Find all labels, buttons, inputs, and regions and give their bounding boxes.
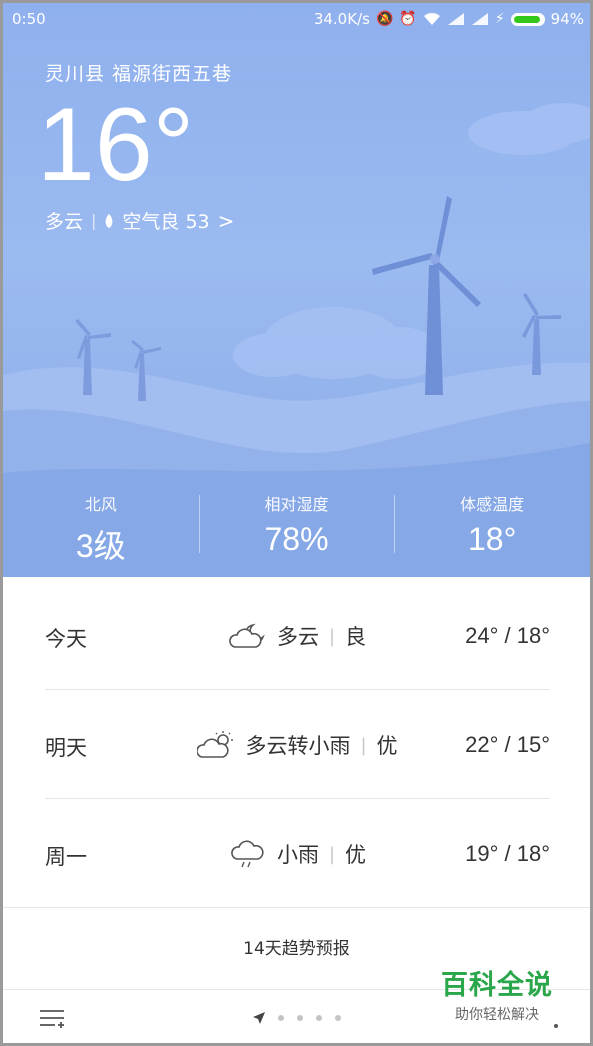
stat-humidity: 相对湿度 78% [198, 491, 395, 559]
forecast-air-quality: 良 [345, 625, 367, 649]
stat-value: 78% [264, 521, 329, 557]
leaf-icon [106, 213, 113, 228]
partly-sunny-icon [197, 731, 234, 758]
location-label[interactable]: 灵川县 福源街西五巷 [45, 59, 232, 86]
watermark-logo: 百科全说 助你轻松解决 [431, 963, 563, 1024]
forecast-air-quality: 优 [345, 843, 367, 867]
chevron-right-icon: > [217, 208, 235, 233]
stat-value: 3级 [75, 528, 126, 564]
page-indicator[interactable] [253, 1012, 341, 1024]
condition-line[interactable]: 多云 | 空气良 53 > [45, 207, 234, 234]
stat-label: 相对湿度 [264, 495, 329, 514]
alarm-icon: ⏰ [399, 11, 417, 27]
weather-hero: 0:50 34.0K/s 🔕 ⏰ ⚡ 94% 灵川县 福源街西五巷 16° 多云… [3, 3, 590, 577]
page-dot [335, 1015, 341, 1021]
forecast-condition-text: 小雨 [276, 843, 319, 867]
stat-label: 北风 [84, 495, 117, 514]
forecast-temp-range: 19° / 18° [465, 841, 550, 866]
status-time: 0:50 [12, 10, 46, 28]
signal-icon [471, 13, 488, 25]
status-bar: 0:50 34.0K/s 🔕 ⏰ ⚡ 94% [3, 3, 590, 35]
separator: | [91, 211, 97, 230]
battery-percent: 94% [550, 10, 584, 28]
stat-feels-like: 体感温度 18° [394, 491, 590, 559]
city-menu-icon[interactable] [39, 1008, 65, 1030]
forecast-air-quality: 优 [376, 734, 398, 758]
separator: | [328, 625, 336, 647]
aqi-label: 空气良 53 [122, 211, 210, 233]
separator: | [360, 734, 367, 756]
net-speed: 34.0K/s [313, 10, 370, 28]
forecast-row-today[interactable]: 今天 多云 | 良 24° / 18° [45, 581, 550, 690]
page-dot [316, 1015, 322, 1021]
light-rain-icon [231, 840, 264, 868]
separator: | [328, 843, 336, 865]
signal-icon [447, 13, 464, 25]
forecast-condition-text: 多云转小雨 [245, 734, 351, 758]
location-arrow-icon [253, 1012, 265, 1024]
mute-bell-icon: 🔕 [375, 11, 394, 27]
watermark-title: 百科全说 [441, 970, 553, 1001]
status-icons: 34.0K/s 🔕 ⏰ ⚡ 94% [314, 10, 584, 28]
battery-icon [510, 12, 545, 26]
forecast-row-tomorrow[interactable]: 明天 多云转小雨 | 优 22° / 15° [45, 690, 550, 799]
condition-text: 多云 [45, 211, 84, 233]
watermark-subtitle: 助你轻松解决 [455, 1007, 539, 1023]
stat-value: 18° [467, 521, 517, 557]
stat-label: 体感温度 [460, 495, 525, 514]
battery-level [513, 15, 540, 23]
charging-icon: ⚡ [494, 11, 505, 27]
current-temperature: 16° [37, 87, 195, 203]
forecast-condition-text: 多云 [276, 625, 319, 649]
weather-app: 0:50 34.0K/s 🔕 ⏰ ⚡ 94% 灵川县 福源街西五巷 16° 多云… [0, 0, 593, 1046]
forecast-list: 今天 多云 | 良 24° / 18° 明天 多云转小雨 | 优 22° / 1… [3, 581, 590, 907]
page-dot [297, 1015, 303, 1021]
more-dot-icon[interactable] [554, 1024, 558, 1028]
wind-turbine-right [522, 293, 561, 375]
wifi-icon [423, 12, 440, 25]
weather-stats: 北风 3级 相对湿度 78% 体感温度 18° [3, 491, 590, 564]
page-dot [278, 1015, 284, 1021]
stat-wind: 北风 3级 [3, 491, 199, 564]
forecast-temp-range: 22° / 15° [465, 732, 550, 757]
forecast-row-monday[interactable]: 周一 小雨 | 优 19° / 18° [45, 799, 550, 907]
cloudy-night-icon [229, 623, 265, 648]
forecast-temp-range: 24° / 18° [465, 623, 550, 648]
